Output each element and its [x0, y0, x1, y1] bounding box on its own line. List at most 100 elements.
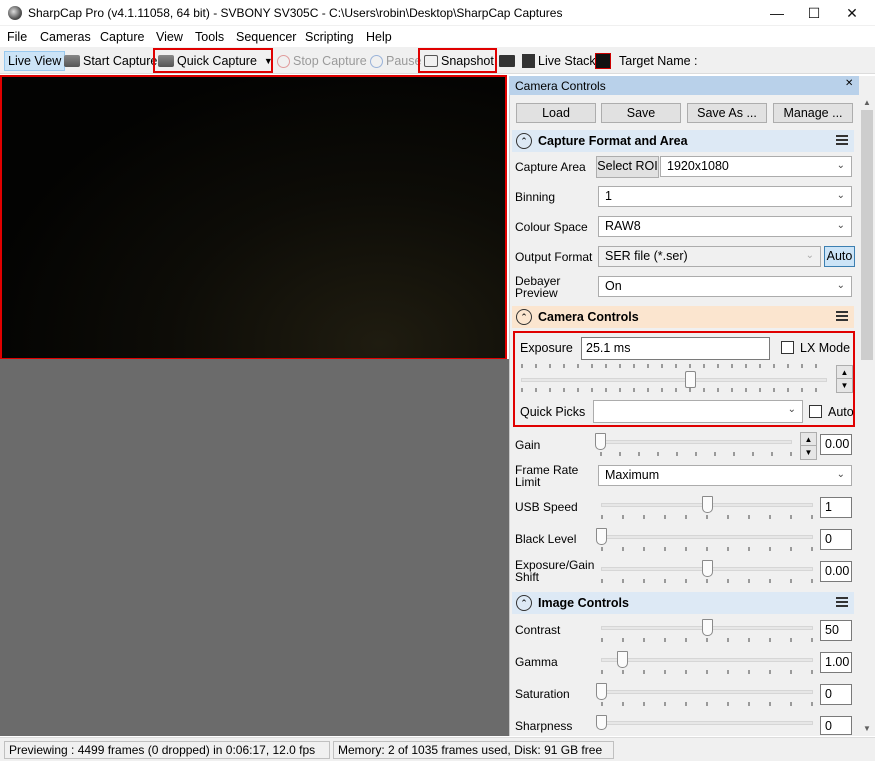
title-bar: SharpCap Pro (v4.1.11058, 64 bit) - SVBO…: [0, 0, 875, 26]
capture-area-value: 1920x1080: [667, 159, 729, 173]
exposure-input[interactable]: 25.1 ms: [581, 337, 770, 360]
quick-picks-auto-checkbox[interactable]: [809, 405, 822, 418]
lx-mode-checkbox[interactable]: [781, 341, 794, 354]
exposure-slider-track[interactable]: [521, 378, 827, 382]
binning-value: 1: [605, 189, 612, 203]
live-view-button[interactable]: Live View: [4, 51, 66, 71]
menu-cameras[interactable]: Cameras: [40, 30, 91, 44]
image-controls-heading: Image Controls: [538, 596, 629, 610]
live-view-label: Live View: [8, 54, 62, 68]
slider-ticks: [600, 452, 792, 456]
save-as-button[interactable]: Save As ...: [687, 103, 767, 123]
spin-up-icon[interactable]: ▲: [837, 366, 852, 379]
sharpness-slider-track[interactable]: [601, 721, 813, 725]
nc-button[interactable]: [595, 51, 611, 71]
colour-space-select[interactable]: RAW8 ⌄: [598, 216, 852, 237]
quick-capture-button[interactable]: Quick Capture ▼: [158, 51, 273, 71]
scrollbar-thumb[interactable]: [861, 110, 873, 360]
menu-file[interactable]: File: [7, 30, 27, 44]
sharpness-label: Sharpness: [515, 719, 573, 733]
menu-tools[interactable]: Tools: [195, 30, 224, 44]
pause-icon: [370, 54, 383, 68]
colour-space-label: Colour Space: [515, 220, 588, 234]
capture-area-select[interactable]: 1920x1080 ⌄: [660, 156, 852, 177]
snapshot-button[interactable]: Snapshot: [424, 51, 494, 71]
frame-rate-select[interactable]: Maximum ⌄: [598, 465, 852, 486]
black-level-slider-track[interactable]: [601, 535, 813, 539]
saturation-slider-thumb[interactable]: [596, 683, 607, 700]
menu-capture[interactable]: Capture: [100, 30, 144, 44]
stop-capture-button[interactable]: Stop Capture: [277, 51, 367, 71]
manage-button[interactable]: Manage ...: [773, 103, 853, 123]
collapse-icon[interactable]: ⌃: [516, 595, 532, 611]
pin-icon[interactable]: ✕: [845, 78, 853, 89]
select-roi-button[interactable]: Select ROI: [596, 156, 659, 178]
collapse-icon[interactable]: ⌃: [516, 133, 532, 149]
spin-down-icon[interactable]: ▼: [837, 379, 852, 392]
usb-speed-slider-thumb[interactable]: [702, 496, 713, 513]
menu-scripting[interactable]: Scripting: [305, 30, 354, 44]
gain-slider-track[interactable]: [600, 440, 792, 444]
usb-speed-input[interactable]: 1: [820, 497, 852, 518]
gamma-label: Gamma: [515, 655, 558, 669]
binning-select[interactable]: 1 ⌄: [598, 186, 852, 207]
slider-ticks: [601, 579, 813, 583]
window-title: SharpCap Pro (v4.1.11058, 64 bit) - SVBO…: [28, 6, 563, 20]
menu-sequencer[interactable]: Sequencer: [236, 30, 296, 44]
monitor-button[interactable]: [499, 51, 518, 71]
gamma-slider-thumb[interactable]: [617, 651, 628, 668]
camera-controls-header[interactable]: ⌃ Camera Controls: [512, 306, 854, 328]
saturation-slider-track[interactable]: [601, 690, 813, 694]
black-level-input[interactable]: 0: [820, 529, 852, 550]
black-level-slider-thumb[interactable]: [596, 528, 607, 545]
chevron-down-icon: ⌄: [836, 220, 845, 231]
capture-format-header[interactable]: ⌃ Capture Format and Area: [512, 130, 854, 152]
save-button[interactable]: Save: [601, 103, 681, 123]
sharpness-input[interactable]: 0: [820, 716, 852, 735]
camera-preview[interactable]: [2, 76, 505, 358]
gamma-slider-track[interactable]: [601, 658, 813, 662]
output-format-select[interactable]: SER file (*.ser) ⌄: [598, 246, 821, 267]
contrast-slider-thumb[interactable]: [702, 619, 713, 636]
black-level-label: Black Level: [515, 532, 577, 546]
scroll-down-icon[interactable]: ▼: [859, 721, 875, 736]
sharpness-slider-thumb[interactable]: [596, 715, 607, 730]
chevron-down-icon[interactable]: ▼: [264, 51, 273, 71]
menu-help[interactable]: Help: [366, 30, 392, 44]
minimize-button[interactable]: —: [759, 0, 795, 26]
contrast-input[interactable]: 50: [820, 620, 852, 641]
gamma-input[interactable]: 1.00: [820, 652, 852, 673]
scroll-up-icon[interactable]: ▲: [859, 95, 875, 110]
exposure-spinner[interactable]: ▲ ▼: [836, 365, 853, 393]
exposure-label: Exposure: [520, 341, 573, 355]
gain-slider-thumb[interactable]: [595, 433, 606, 450]
menu-icon[interactable]: [836, 135, 848, 145]
exposure-slider-thumb[interactable]: [685, 371, 696, 388]
close-button[interactable]: ✕: [834, 0, 870, 26]
start-capture-button[interactable]: Start Capture: [64, 51, 157, 71]
quick-picks-select[interactable]: ⌄: [593, 400, 803, 423]
menu-icon[interactable]: [836, 311, 848, 321]
menu-icon[interactable]: [836, 597, 848, 607]
output-format-label: Output Format: [515, 250, 593, 264]
exp-gain-shift-label-line2: Shift: [515, 570, 540, 584]
output-format-auto-button[interactable]: Auto: [824, 246, 855, 267]
pause-button[interactable]: Pause: [370, 51, 421, 71]
exp-gain-shift-input[interactable]: 0.00: [820, 561, 852, 582]
image-controls-header[interactable]: ⌃ Image Controls: [512, 592, 854, 614]
output-format-value: SER file (*.ser): [605, 249, 688, 263]
spin-down-icon[interactable]: ▼: [801, 446, 816, 459]
live-stack-button[interactable]: Live Stack: [522, 51, 596, 71]
spin-up-icon[interactable]: ▲: [801, 433, 816, 446]
gain-spinner[interactable]: ▲ ▼: [800, 432, 817, 460]
maximize-button[interactable]: ☐: [796, 0, 832, 26]
chevron-down-icon: ⌄: [787, 404, 796, 415]
saturation-input[interactable]: 0: [820, 684, 852, 705]
pause-label: Pause: [386, 54, 422, 68]
collapse-icon[interactable]: ⌃: [516, 309, 532, 325]
menu-view[interactable]: View: [156, 30, 183, 44]
load-button[interactable]: Load: [516, 103, 596, 123]
exp-gain-shift-slider-thumb[interactable]: [702, 560, 713, 577]
debayer-select[interactable]: On ⌄: [598, 276, 852, 297]
gain-input[interactable]: 0.00: [820, 434, 852, 455]
